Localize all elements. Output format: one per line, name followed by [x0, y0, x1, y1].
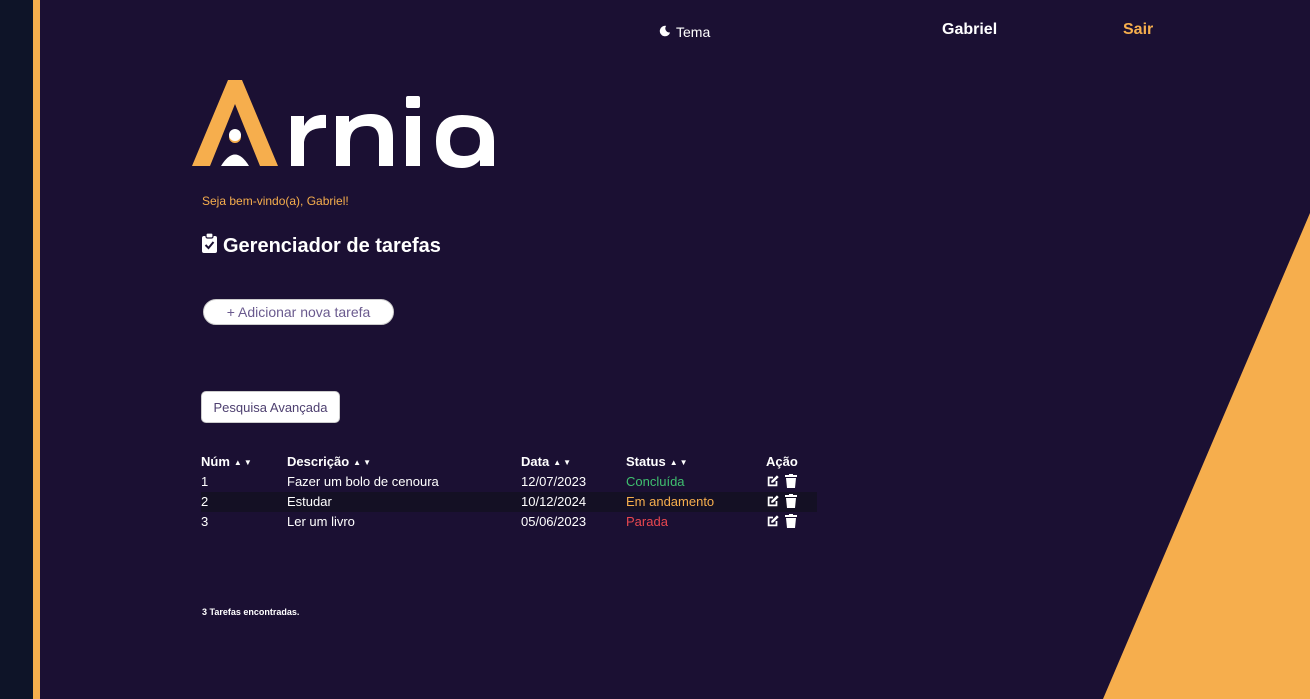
sort-asc-icon[interactable]: ▲: [234, 458, 242, 467]
left-accent-stripe: [33, 0, 40, 699]
sort-desc-icon[interactable]: ▼: [680, 458, 688, 467]
column-header-date: Data ▲ ▼: [521, 454, 571, 469]
task-date: 10/12/2024: [521, 494, 587, 509]
trash-icon[interactable]: [785, 514, 797, 528]
sort-desc-icon[interactable]: ▼: [563, 458, 571, 467]
sort-asc-icon[interactable]: ▲: [670, 458, 678, 467]
task-date: 12/07/2023: [521, 474, 587, 489]
user-name: Gabriel: [942, 21, 998, 38]
task-status: Parada: [626, 514, 668, 529]
advanced-search-button[interactable]: Pesquisa Avançada: [201, 391, 340, 423]
welcome-message: Seja bem-vindo(a), Gabriel!: [202, 194, 349, 208]
tasks-table: Núm ▲ ▼ Descrição ▲ ▼ Data ▲ ▼ Status ▲ ▼ Ação 1…: [201, 452, 817, 532]
theme-toggle[interactable]: Tema: [659, 24, 710, 40]
column-header-label: Status: [626, 454, 666, 469]
theme-label: Tema: [676, 24, 711, 40]
table-row: 1 Fazer um bolo de cenoura 12/07/2023 Co…: [201, 472, 817, 492]
sort-desc-icon[interactable]: ▼: [244, 458, 252, 467]
arnia-logo: [192, 80, 494, 168]
logout-link[interactable]: Sair: [1123, 21, 1153, 39]
column-header-action: Ação: [766, 454, 798, 469]
trash-icon[interactable]: [785, 494, 797, 508]
sort-asc-icon[interactable]: ▲: [353, 458, 361, 467]
column-header-label: Núm: [201, 454, 230, 469]
page-title: Gerenciador de tarefas: [202, 232, 441, 259]
trash-icon[interactable]: [785, 474, 797, 488]
edit-icon[interactable]: [766, 494, 780, 508]
task-num: 2: [201, 494, 209, 509]
clipboard-check-icon: [202, 232, 217, 259]
add-task-button[interactable]: + Adicionar nova tarefa: [203, 299, 394, 325]
left-dark-border: [0, 0, 33, 699]
column-header-description: Descrição ▲ ▼: [287, 454, 371, 469]
table-row: 2 Estudar 10/12/2024 Em andamento: [201, 492, 817, 512]
sort-desc-icon[interactable]: ▼: [363, 458, 371, 467]
table-header-row: Núm ▲ ▼ Descrição ▲ ▼ Data ▲ ▼ Status ▲ ▼ Ação: [201, 452, 817, 472]
edit-icon[interactable]: [766, 514, 780, 528]
column-header-label: Data: [521, 454, 550, 469]
column-header-label: Descrição: [287, 454, 350, 469]
table-row: 3 Ler um livro 05/06/2023 Parada: [201, 512, 817, 532]
task-date: 05/06/2023: [521, 514, 587, 529]
task-actions: [766, 494, 797, 508]
task-description: Fazer um bolo de cenoura: [287, 474, 439, 489]
task-num: 3: [201, 514, 209, 529]
task-description: Ler um livro: [287, 514, 355, 529]
task-count: 3 Tarefas encontradas.: [202, 607, 300, 617]
task-actions: [766, 514, 797, 528]
task-status: Em andamento: [626, 494, 715, 509]
column-header-num: Núm ▲ ▼: [201, 454, 252, 469]
task-actions: [766, 474, 797, 488]
task-status: Concluída: [626, 474, 685, 489]
task-num: 1: [201, 474, 209, 489]
task-description: Estudar: [287, 494, 332, 509]
edit-icon[interactable]: [766, 474, 780, 488]
page-title-text: Gerenciador de tarefas: [223, 234, 441, 257]
sort-asc-icon[interactable]: ▲: [553, 458, 561, 467]
moon-icon: [659, 24, 671, 40]
column-header-status: Status ▲ ▼: [626, 454, 688, 469]
